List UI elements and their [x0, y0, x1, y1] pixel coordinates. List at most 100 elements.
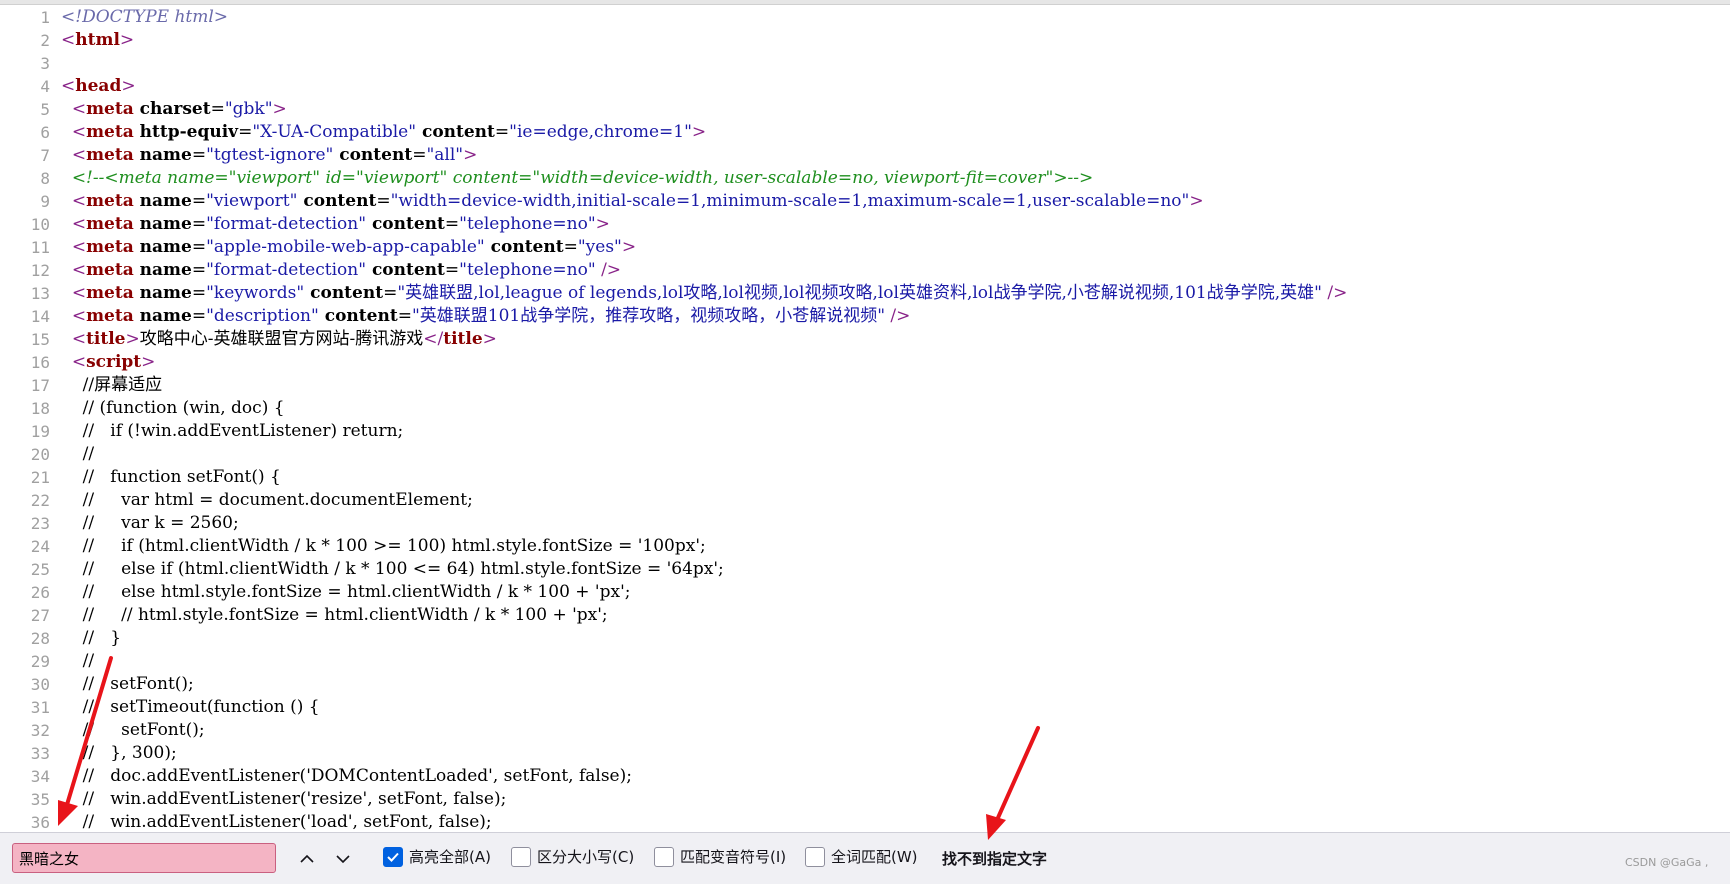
code-token: <	[71, 145, 87, 165]
line-number: 15	[30, 330, 50, 349]
code-token: html	[75, 30, 120, 50]
whole-words-label: 全词匹配(W)	[831, 848, 918, 866]
code-token: name	[133, 306, 192, 326]
source-line: 8 <!--<meta name="viewport" id="viewport…	[0, 167, 1730, 190]
code-token: // doc.addEventListener('DOMContentLoade…	[61, 766, 632, 786]
code-token: >	[463, 145, 478, 165]
find-previous-button[interactable]	[292, 845, 322, 873]
code-token: <	[61, 76, 76, 96]
code-token: name	[133, 237, 192, 257]
source-view[interactable]: 1 <!DOCTYPE html> 2 <html> 3 4 <head> 5 <meta c…	[0, 6, 1730, 832]
source-line: 34 // doc.addEventListener('DOMContentLo…	[0, 765, 1730, 788]
source-line: 30 // setFont();	[0, 673, 1730, 696]
code-token: "apple-mobile-web-app-capable"	[206, 237, 485, 257]
line-code: // if (!win.addEventListener) return;	[61, 420, 404, 443]
source-line: 2 <html>	[0, 29, 1730, 52]
match-case-checkbox[interactable]: 区分大小写(C)	[511, 846, 634, 867]
source-line: 31 // setTimeout(function () {	[0, 696, 1730, 719]
code-token: >	[141, 352, 156, 372]
code-token: //	[61, 651, 95, 671]
find-input[interactable]	[12, 843, 276, 873]
line-code: // var html = document.documentElement;	[61, 489, 473, 512]
code-token: meta	[86, 260, 134, 280]
line-number: 14	[30, 307, 50, 326]
code-token: <	[71, 329, 87, 349]
checkbox-checked-icon	[383, 846, 403, 867]
code-token: >	[691, 122, 707, 142]
source-line: 16 <script>	[0, 351, 1730, 374]
match-case-label: 区分大小写(C)	[537, 848, 635, 866]
code-token: >	[1189, 191, 1204, 211]
source-line: 4 <head>	[0, 75, 1730, 98]
code-token: // else html.style.fontSize = html.clien…	[61, 582, 631, 602]
source-line: 35 // win.addEventListener('resize', set…	[0, 788, 1730, 811]
source-line: 14 <meta name="description" content="英雄联…	[0, 305, 1730, 328]
code-token: >	[121, 76, 136, 96]
source-line: 19 // if (!win.addEventListener) return;	[0, 420, 1730, 443]
code-token: "format-detection"	[206, 214, 367, 234]
line-number: 1	[40, 8, 50, 27]
match-diacritics-checkbox[interactable]: 匹配变音符号(I)	[654, 846, 786, 867]
line-number: 9	[40, 192, 50, 211]
source-line: 13 <meta name="keywords" content="英雄联盟,l…	[0, 282, 1730, 305]
line-code: <meta name="format-detection" content="t…	[61, 213, 610, 236]
code-token: meta	[86, 122, 134, 142]
code-token: <	[71, 214, 87, 234]
match-diacritics-label: 匹配变音符号(I)	[680, 848, 787, 866]
line-number: 22	[30, 491, 50, 510]
code-token: 攻略中心-英雄联盟官方网站-腾讯游戏	[139, 329, 424, 349]
line-number: 34	[30, 767, 50, 786]
code-token: />	[885, 306, 911, 326]
source-line: 32 // setFont();	[0, 719, 1730, 742]
code-token: "description"	[206, 306, 319, 326]
code-token: // setFont();	[61, 674, 194, 694]
line-number: 29	[30, 652, 50, 671]
code-token: meta	[86, 99, 134, 119]
code-token: name	[133, 260, 192, 280]
highlight-all-checkbox[interactable]: 高亮全部(A)	[383, 846, 491, 867]
code-token: // var html = document.documentElement;	[61, 490, 473, 510]
code-token: content	[366, 214, 445, 234]
line-code: // (function (win, doc) {	[61, 397, 285, 420]
code-token: meta	[86, 306, 134, 326]
source-line: 27 // // html.style.fontSize = html.clie…	[0, 604, 1730, 627]
code-token: name	[133, 145, 192, 165]
line-code: <meta name="description" content="英雄联盟10…	[61, 305, 911, 328]
source-line: 26 // else html.style.fontSize = html.cl…	[0, 581, 1730, 604]
line-number: 21	[30, 468, 50, 487]
line-number: 19	[30, 422, 50, 441]
code-token: charset	[133, 99, 211, 119]
line-code: <script>	[61, 351, 156, 374]
code-token: =	[191, 260, 207, 280]
whole-words-checkbox[interactable]: 全词匹配(W)	[805, 846, 918, 867]
find-next-button[interactable]	[328, 845, 358, 873]
line-code: // }, 300);	[61, 742, 177, 765]
code-token: name	[133, 191, 192, 211]
code-token: // win.addEventListener('resize', setFon…	[61, 789, 507, 809]
code-token: "viewport"	[206, 191, 298, 211]
code-token: content	[333, 145, 413, 165]
code-token: content	[297, 191, 377, 211]
checkbox-unchecked-icon	[654, 846, 674, 867]
line-code: // else html.style.fontSize = html.clien…	[61, 581, 631, 604]
line-code: // win.addEventListener('resize', setFon…	[61, 788, 507, 811]
line-number: 10	[30, 215, 50, 234]
line-number: 33	[30, 744, 50, 763]
line-number: 4	[40, 77, 50, 96]
code-token: meta	[86, 191, 134, 211]
line-number: 6	[40, 123, 50, 142]
code-token: =	[494, 122, 510, 142]
code-token: "telephone=no"	[459, 214, 596, 234]
line-code: <meta name="tgtest-ignore" content="all"…	[61, 144, 478, 167]
source-line: 10 <meta name="format-detection" content…	[0, 213, 1730, 236]
source-line: 17 //屏幕适应	[0, 374, 1730, 397]
code-token: //屏幕适应	[61, 375, 163, 395]
source-line: 12 <meta name="format-detection" content…	[0, 259, 1730, 282]
line-number: 13	[30, 284, 50, 303]
top-border	[0, 0, 1730, 5]
source-line: 1 <!DOCTYPE html>	[0, 6, 1730, 29]
code-token: // if (!win.addEventListener) return;	[61, 421, 404, 441]
